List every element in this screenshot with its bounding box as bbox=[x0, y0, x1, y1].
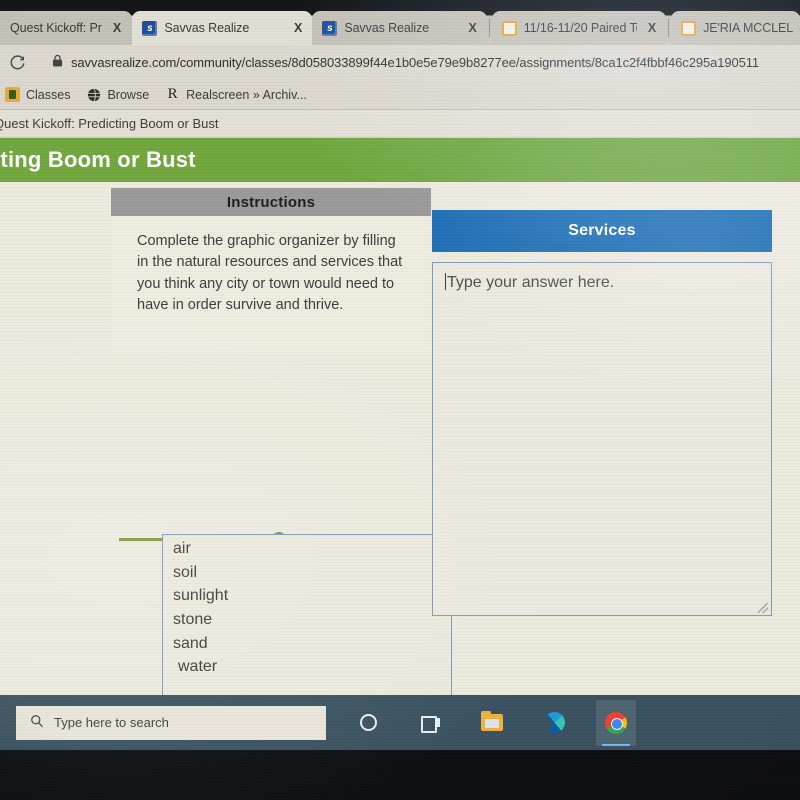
globe-icon bbox=[86, 87, 101, 102]
resize-grip-icon[interactable] bbox=[758, 603, 768, 613]
browser-tab-4[interactable]: 11/16-11/20 Paired Tex X bbox=[491, 11, 667, 45]
tab-separator bbox=[488, 19, 490, 37]
bookmark-realscreen[interactable]: R Realscreen » Archiv... bbox=[165, 86, 307, 102]
list-item: sand bbox=[173, 634, 208, 652]
desk-surface bbox=[0, 750, 800, 800]
lock-icon bbox=[52, 54, 63, 72]
tab-favicon-document-icon bbox=[501, 20, 517, 36]
tab-favicon-none-icon bbox=[0, 21, 3, 36]
tab-close-icon[interactable]: X bbox=[290, 22, 306, 35]
bookmark-classes[interactable]: Classes bbox=[5, 87, 70, 102]
bookmarks-bar: Classes Browse R Realscreen » Archiv... bbox=[0, 80, 800, 110]
taskbar-search-placeholder: Type here to search bbox=[54, 715, 169, 730]
chrome-icon bbox=[605, 711, 627, 734]
browser-tab-3[interactable]: s Savvas Realize X bbox=[312, 11, 487, 45]
natural-resources-list: air soil sunlight stone sand water bbox=[163, 535, 451, 679]
tab-favicon-savvas-icon: s bbox=[142, 20, 158, 36]
url-text: savvasrealize.com/community/classes/8d05… bbox=[71, 55, 760, 70]
list-item: water bbox=[178, 658, 218, 676]
address-bar[interactable]: savvasrealize.com/community/classes/8d05… bbox=[28, 50, 800, 76]
edge-button[interactable] bbox=[534, 700, 574, 746]
assignment-canvas: Instructions Complete the graphic organi… bbox=[0, 182, 800, 695]
tab-favicon-savvas-icon: s bbox=[322, 20, 338, 36]
tab-favicon-document-icon bbox=[681, 20, 697, 36]
reload-icon[interactable] bbox=[6, 52, 28, 74]
windows-taskbar: Type here to search bbox=[0, 695, 800, 750]
text-caret-icon bbox=[445, 273, 446, 290]
file-explorer-icon bbox=[481, 711, 503, 731]
address-bar-row: savvasrealize.com/community/classes/8d05… bbox=[0, 45, 800, 80]
services-heading: Services bbox=[432, 210, 772, 252]
app-header: cting Boom or Bust bbox=[0, 138, 800, 182]
tab-title: Savvas Realize bbox=[344, 21, 430, 35]
browser-tab-5[interactable]: JE'RIA MCCLELL bbox=[671, 11, 800, 45]
instructions-heading: Instructions bbox=[111, 188, 431, 216]
tab-title: Quest Kickoff: Pr bbox=[10, 21, 102, 35]
services-panel: Services Type your answer here. bbox=[432, 210, 772, 616]
classes-icon bbox=[5, 87, 20, 102]
task-view-button[interactable] bbox=[410, 700, 450, 746]
tab-close-icon[interactable]: X bbox=[464, 22, 480, 35]
browser-window: Quest Kickoff: Pr X s Savvas Realize X s… bbox=[0, 0, 800, 695]
task-view-icon bbox=[420, 715, 440, 733]
tab-title: Savvas Realize bbox=[164, 21, 250, 35]
cortana-button[interactable] bbox=[348, 700, 388, 746]
tab-strip: Quest Kickoff: Pr X s Savvas Realize X s… bbox=[0, 0, 800, 45]
bookmark-browse[interactable]: Browse bbox=[86, 87, 149, 102]
app-header-title: cting Boom or Bust bbox=[0, 147, 196, 172]
list-item: soil bbox=[173, 563, 198, 581]
services-placeholder-text: Type your answer here. bbox=[447, 274, 615, 291]
bookmark-label: Classes bbox=[26, 87, 71, 102]
cortana-icon bbox=[359, 714, 377, 731]
taskbar-search-input[interactable]: Type here to search bbox=[16, 705, 326, 740]
tab-title: 11/16-11/20 Paired Tex bbox=[523, 21, 637, 35]
taskbar-buttons bbox=[348, 699, 636, 746]
page-title-bar: Quest Kickoff: Predicting Boom or Bust bbox=[0, 110, 800, 138]
instructions-text: Complete the graphic organizer by fillin… bbox=[137, 233, 403, 313]
chrome-button[interactable] bbox=[596, 699, 636, 746]
list-item: air bbox=[173, 540, 191, 557]
edge-icon bbox=[540, 712, 565, 733]
services-textarea[interactable]: Type your answer here. bbox=[432, 262, 772, 616]
bookmark-label: Browse bbox=[107, 87, 150, 102]
search-icon bbox=[30, 714, 44, 731]
tab-title: JE'RIA MCCLELL bbox=[703, 21, 794, 35]
tab-close-icon[interactable]: X bbox=[109, 22, 125, 35]
list-item: sunlight bbox=[173, 587, 229, 605]
letter-r-icon: R bbox=[167, 86, 178, 102]
instructions-body: Complete the graphic organizer by fillin… bbox=[111, 216, 431, 356]
file-explorer-button[interactable] bbox=[472, 700, 512, 746]
instructions-panel: Instructions Complete the graphic organi… bbox=[111, 188, 431, 356]
list-item: stone bbox=[173, 611, 213, 629]
services-placeholder: Type your answer here. bbox=[445, 273, 615, 291]
natural-resources-textarea[interactable]: air soil sunlight stone sand water bbox=[162, 534, 452, 695]
bookmark-label: Realscreen » Archiv... bbox=[186, 87, 307, 102]
page-title: Quest Kickoff: Predicting Boom or Bust bbox=[0, 116, 219, 131]
browser-tab-2[interactable]: s Savvas Realize X bbox=[132, 11, 313, 45]
tab-close-icon[interactable]: X bbox=[644, 22, 660, 35]
browser-tab-1[interactable]: Quest Kickoff: Pr X bbox=[0, 11, 133, 45]
tab-separator bbox=[668, 19, 670, 37]
screen-photo: Quest Kickoff: Pr X s Savvas Realize X s… bbox=[0, 0, 800, 800]
